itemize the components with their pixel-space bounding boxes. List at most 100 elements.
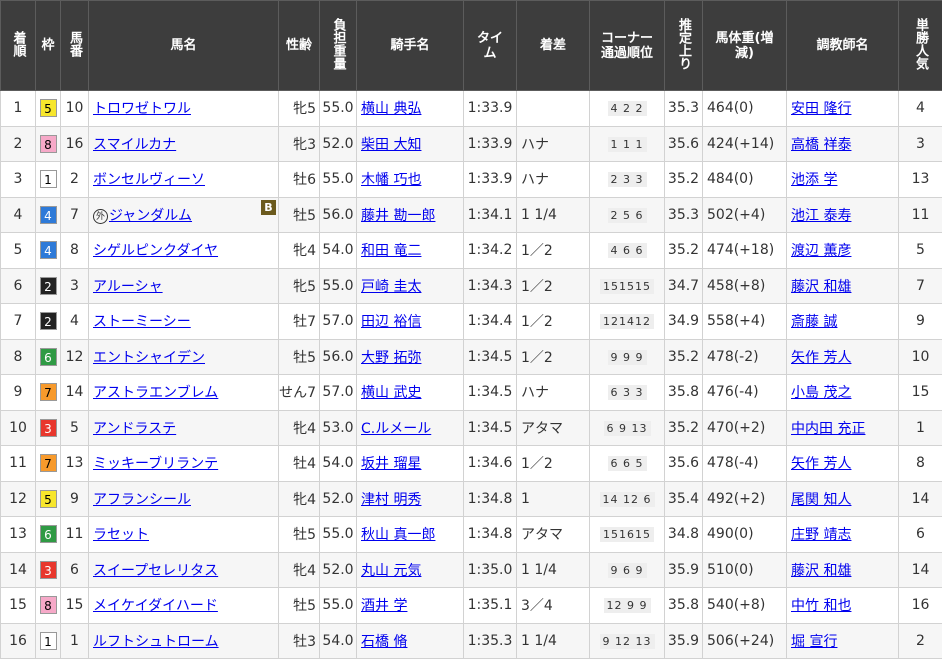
- trainer-link[interactable]: 小島 茂之: [791, 385, 851, 401]
- last3f-cell: 35.3: [665, 197, 703, 233]
- body-weight-cell: 502(+4): [703, 197, 787, 233]
- sex-age-cell: せん7: [279, 375, 320, 411]
- body-weight-cell: 478(-4): [703, 446, 787, 482]
- table-row: 724ストーミーシー牡757.0田辺 裕信1:34.41／212141234.9…: [1, 304, 942, 340]
- header-jockey[interactable]: 騎手名: [357, 1, 464, 91]
- jockey-link[interactable]: 大野 拓弥: [361, 350, 421, 366]
- popularity-cell: 3: [899, 126, 942, 162]
- sex-age-cell: 牡6: [279, 162, 320, 198]
- horse-link[interactable]: スマイルカナ: [93, 137, 176, 153]
- horse-link[interactable]: スイープセレリタス: [93, 563, 218, 579]
- header-weight[interactable]: 負担重量: [320, 1, 357, 91]
- horse-link[interactable]: ルフトシュトローム: [93, 634, 219, 650]
- jockey-link[interactable]: 坂井 瑠星: [361, 456, 421, 472]
- trainer-link[interactable]: 矢作 芳人: [791, 456, 851, 472]
- header-time[interactable]: タイム: [464, 1, 517, 91]
- margin-cell: 1: [517, 481, 590, 517]
- trainer-link[interactable]: 中竹 和也: [791, 598, 851, 614]
- jockey-link[interactable]: 田辺 裕信: [361, 314, 421, 330]
- jockey-link[interactable]: 秋山 真一郎: [361, 527, 435, 543]
- horse-link[interactable]: ジャンダルム: [109, 208, 192, 224]
- header-umaban[interactable]: 馬番: [61, 1, 89, 91]
- header-margin[interactable]: 着差: [517, 1, 590, 91]
- jockey-link[interactable]: 丸山 元気: [361, 563, 421, 579]
- waku-badge: 1: [40, 170, 57, 188]
- corner-positions: 9 12 13: [600, 634, 655, 649]
- body-weight-cell: 540(+8): [703, 588, 787, 624]
- horse-link[interactable]: ボンセルヴィーソ: [93, 172, 205, 188]
- header-corner[interactable]: コーナー通過順位: [590, 1, 665, 91]
- jockey-link[interactable]: 藤井 勘一郎: [361, 208, 435, 224]
- sex-age-cell: 牡5: [279, 339, 320, 375]
- umaban-cell: 8: [61, 233, 89, 269]
- margin-cell: 1／2: [517, 233, 590, 269]
- jockey-link[interactable]: 木幡 巧也: [361, 172, 421, 188]
- horse-link[interactable]: ストーミーシー: [93, 314, 191, 330]
- jockey-link[interactable]: 和田 竜二: [361, 243, 421, 259]
- trainer-link[interactable]: 安田 隆行: [791, 101, 851, 117]
- header-rank[interactable]: 着順: [1, 1, 36, 91]
- trainer-link[interactable]: 矢作 芳人: [791, 350, 851, 366]
- trainer-link[interactable]: 藤沢 和雄: [791, 563, 851, 579]
- jockey-link[interactable]: 横山 典弘: [361, 101, 421, 117]
- horse-link[interactable]: アストラエンブレム: [93, 385, 218, 401]
- body-weight-cell: 506(+24): [703, 623, 787, 659]
- trainer-cell: 中内田 充正: [787, 410, 899, 446]
- header-sex-age[interactable]: 性齢: [279, 1, 320, 91]
- trainer-link[interactable]: 池江 泰寿: [791, 208, 851, 224]
- header-waku[interactable]: 枠: [36, 1, 61, 91]
- trainer-link[interactable]: 堀 宣行: [791, 634, 837, 650]
- trainer-cell: 尾関 知人: [787, 481, 899, 517]
- horse-link[interactable]: シゲルピンクダイヤ: [93, 243, 218, 259]
- jockey-link[interactable]: 柴田 大知: [361, 137, 421, 153]
- jockey-link[interactable]: 石橋 脩: [361, 634, 407, 650]
- trainer-link[interactable]: 庄野 靖志: [791, 527, 851, 543]
- rank-cell: 13: [1, 517, 36, 553]
- time-cell: 1:35.3: [464, 623, 517, 659]
- trainer-link[interactable]: 渡辺 薫彦: [791, 243, 851, 259]
- horse-link[interactable]: エントシャイデン: [93, 350, 205, 366]
- jockey-link[interactable]: 津村 明秀: [361, 492, 421, 508]
- jockey-link[interactable]: 酒井 学: [361, 598, 407, 614]
- jockey-link[interactable]: 戸崎 圭太: [361, 279, 421, 295]
- corner-cell: 9 6 9: [590, 552, 665, 588]
- trainer-link[interactable]: 高橋 祥泰: [791, 137, 851, 153]
- jockey-cell: 丸山 元気: [357, 552, 464, 588]
- waku-cell: 6: [36, 517, 61, 553]
- horse-cell: エントシャイデン: [89, 339, 279, 375]
- horse-link[interactable]: メイケイダイハード: [93, 598, 218, 614]
- last3f-cell: 35.2: [665, 162, 703, 198]
- body-weight-cell: 510(0): [703, 552, 787, 588]
- trainer-link[interactable]: 藤沢 和雄: [791, 279, 851, 295]
- popularity-cell: 10: [899, 339, 942, 375]
- horse-link[interactable]: ミッキーブリランテ: [93, 456, 218, 472]
- trainer-link[interactable]: 尾関 知人: [791, 492, 851, 508]
- trainer-link[interactable]: 中内田 充正: [791, 421, 865, 437]
- header-horse[interactable]: 馬名: [89, 1, 279, 91]
- horse-link[interactable]: アルーシャ: [93, 279, 163, 295]
- corner-positions: 151515: [600, 279, 654, 294]
- umaban-cell: 11: [61, 517, 89, 553]
- jockey-link[interactable]: C.ルメール: [361, 421, 431, 437]
- trainer-cell: 藤沢 和雄: [787, 268, 899, 304]
- horse-link[interactable]: トロワゼトワル: [93, 101, 191, 117]
- trainer-link[interactable]: 斎藤 誠: [791, 314, 837, 330]
- time-cell: 1:33.9: [464, 91, 517, 127]
- jockey-link[interactable]: 横山 武史: [361, 385, 421, 401]
- header-body-weight[interactable]: 馬体重(増減): [703, 1, 787, 91]
- header-last3f[interactable]: 推定上り: [665, 1, 703, 91]
- umaban-cell: 7: [61, 197, 89, 233]
- horse-link[interactable]: アンドラステ: [93, 421, 176, 437]
- trainer-link[interactable]: 池添 学: [791, 172, 837, 188]
- header-popularity[interactable]: 単勝人気: [899, 1, 942, 91]
- rank-cell: 15: [1, 588, 36, 624]
- horse-link[interactable]: アフランシール: [93, 492, 191, 508]
- jockey-cell: 横山 武史: [357, 375, 464, 411]
- time-cell: 1:33.9: [464, 162, 517, 198]
- horse-link[interactable]: ラセット: [93, 527, 149, 543]
- waku-badge: 4: [40, 206, 57, 224]
- jockey-cell: 柴田 大知: [357, 126, 464, 162]
- header-trainer[interactable]: 調教師名: [787, 1, 899, 91]
- umaban-cell: 5: [61, 410, 89, 446]
- margin-cell: 1／2: [517, 446, 590, 482]
